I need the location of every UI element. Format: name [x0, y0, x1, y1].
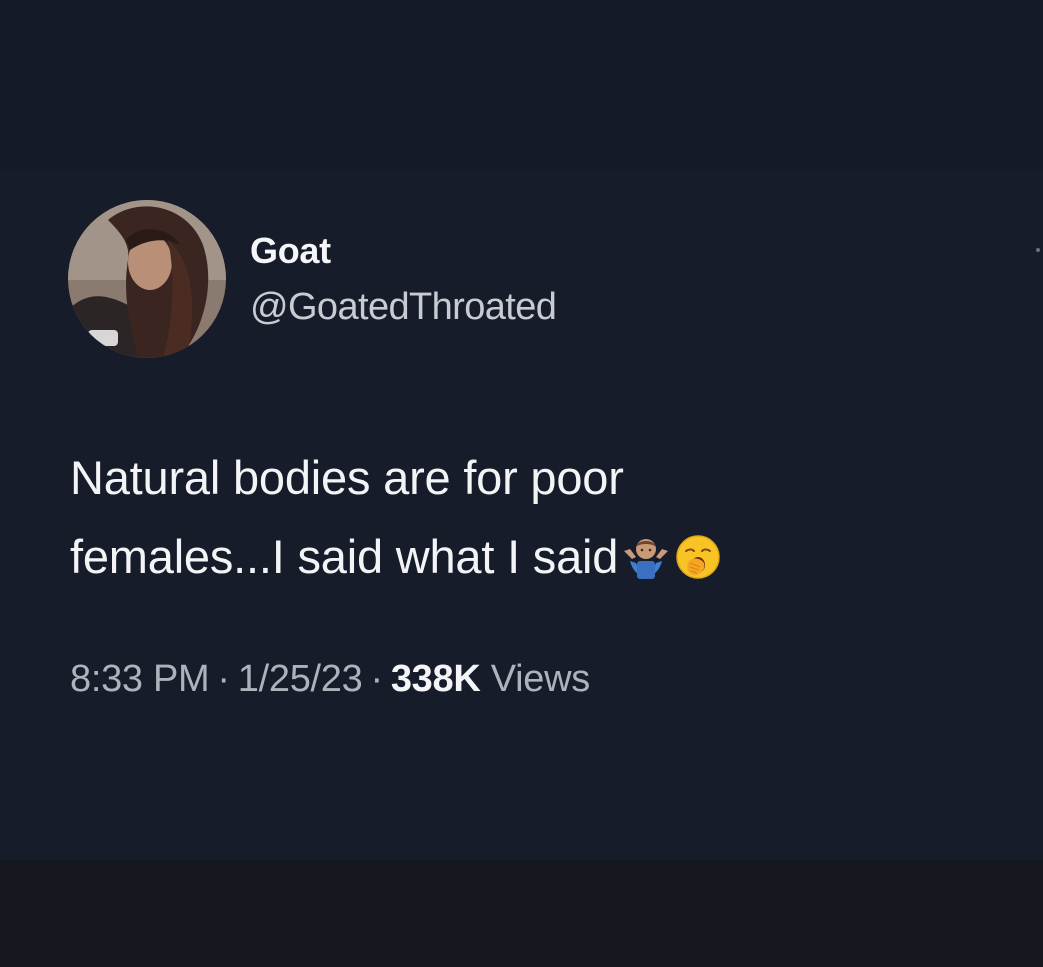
tweet-meta: 8:33 PM · 1/25/23 · 338K Views — [70, 658, 590, 701]
yawning-face-icon — [674, 533, 722, 581]
tweet-text: Natural bodies are for poor females...I … — [70, 438, 1010, 596]
screen: Goat @GoatedThroated Natural bodies are … — [0, 0, 1043, 967]
user-handle[interactable]: @GoatedThroated — [250, 286, 557, 329]
bottom-band — [0, 860, 1043, 967]
tweet-time[interactable]: 8:33 PM — [70, 658, 210, 700]
views-count[interactable]: 338K — [391, 658, 481, 700]
avatar[interactable] — [68, 200, 226, 358]
display-name[interactable]: Goat — [250, 230, 331, 272]
top-band — [0, 0, 1043, 170]
tweet-text-line-1: Natural bodies are for poor — [70, 451, 624, 504]
person-shrugging-icon — [622, 533, 670, 581]
views-label: Views — [490, 658, 590, 700]
tweet-text-line-2-text: females...I said what I said — [70, 530, 619, 583]
tweet-card: Goat @GoatedThroated Natural bodies are … — [0, 170, 1043, 860]
meta-separator: · — [370, 658, 383, 700]
more-options-icon[interactable] — [1036, 248, 1040, 252]
tweet-text-line-2: females...I said what I said — [70, 517, 1010, 596]
meta-separator: · — [217, 658, 230, 700]
tweet-date[interactable]: 1/25/23 — [238, 658, 363, 700]
